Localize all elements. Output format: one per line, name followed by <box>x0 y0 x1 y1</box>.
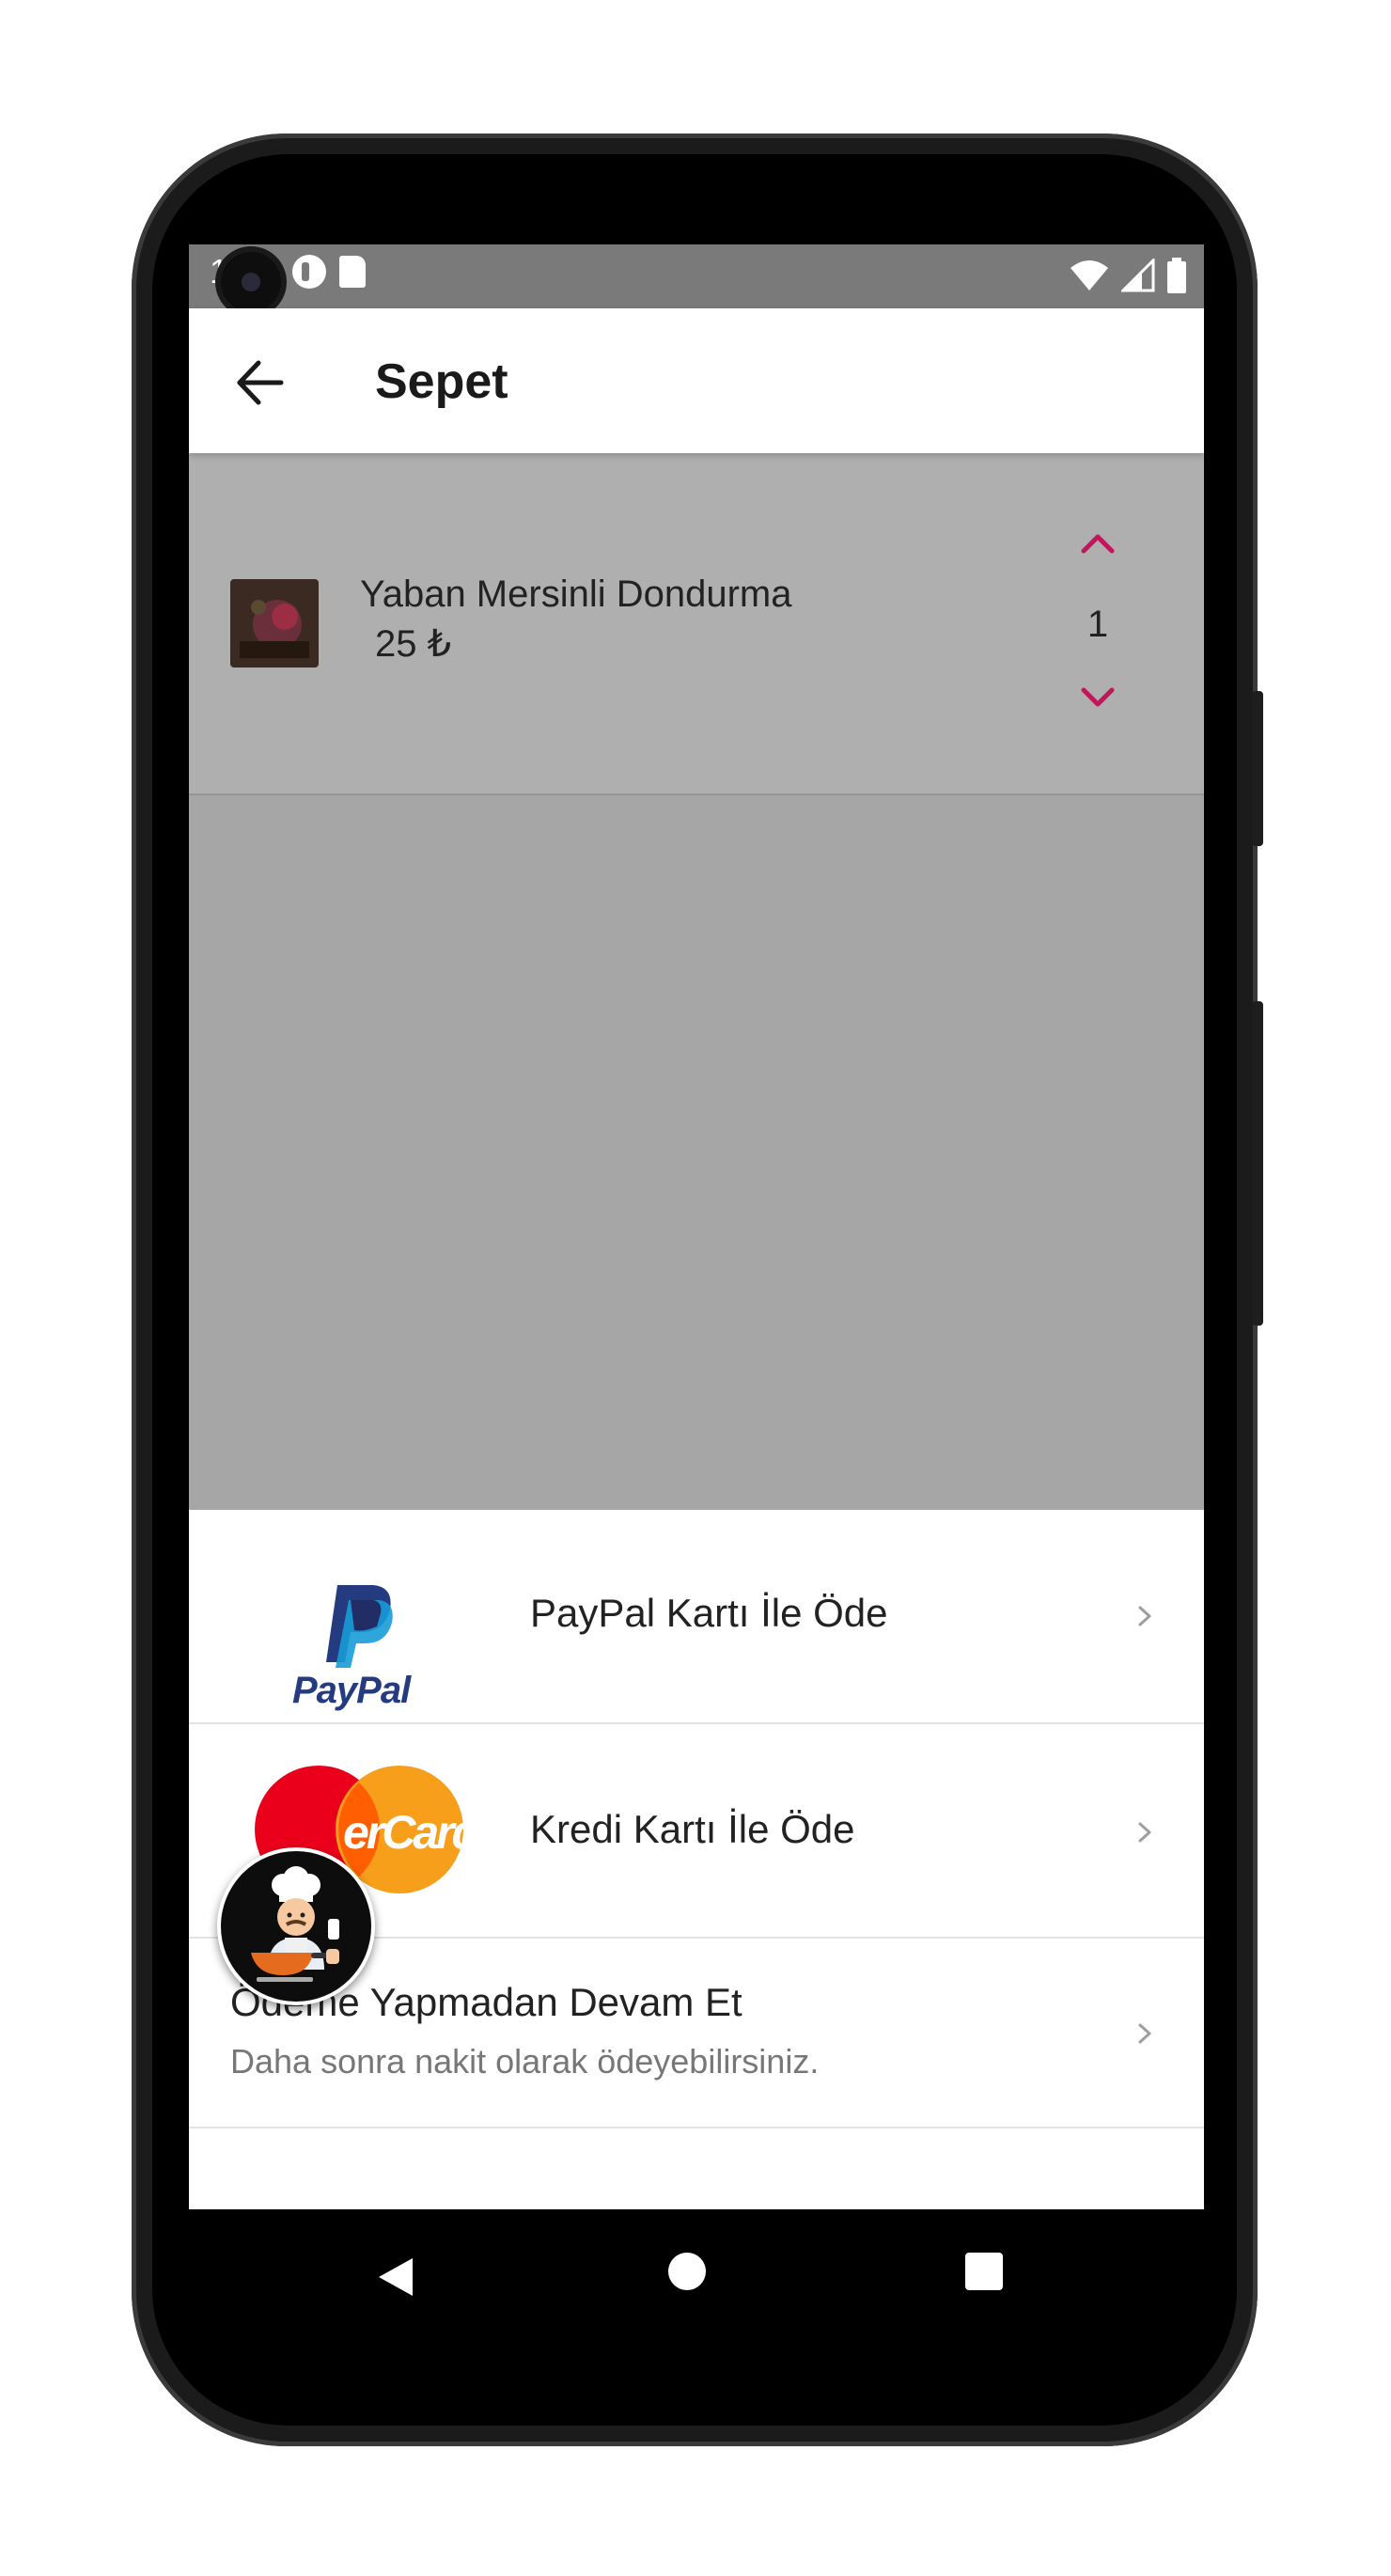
no-payment-subtitle: Daha sonra nakit olarak ödeyebilirsiniz. <box>230 2042 820 2081</box>
quantity-decrease-button[interactable] <box>1072 679 1123 716</box>
product-image <box>230 579 319 668</box>
chevron-right-icon <box>1138 2023 1151 2044</box>
chef-fab-button[interactable] <box>217 1847 375 2005</box>
nav-back-button[interactable] <box>377 2256 414 2298</box>
status-right <box>1069 258 1187 293</box>
chevron-up-icon <box>1081 534 1115 554</box>
paypal-logo: PayPal <box>289 1583 428 1715</box>
paypal-option-label: PayPal Kartı İle Öde <box>530 1591 888 1635</box>
side-button-volume <box>1252 1001 1263 1326</box>
back-button[interactable] <box>227 350 292 416</box>
arrow-left-icon <box>237 360 284 405</box>
battery-icon <box>1167 258 1186 293</box>
triangle-back-icon <box>379 2258 413 2296</box>
screen: 1:57 Sepet <box>189 244 1204 2209</box>
mastercard-logo-text: erCard <box>343 1806 469 1859</box>
status-bar: 1:57 <box>189 244 1204 312</box>
cell-signal-icon <box>1121 259 1155 292</box>
wifi-icon <box>1071 260 1108 291</box>
cart-item: Yaban Mersinli Dondurma 25 ₺ 1 <box>189 453 1204 795</box>
paypal-option[interactable]: PayPal PayPal Kartı İle Öde <box>189 1510 1204 1724</box>
paypal-logo-text: PayPal <box>292 1670 411 1711</box>
page-title: Sepet <box>375 354 508 409</box>
nav-home-button[interactable] <box>668 2253 706 2290</box>
item-price: 25 ₺ <box>375 623 452 665</box>
app-bar: Sepet <box>189 308 1204 453</box>
payment-bottom-sheet: PayPal PayPal Kartı İle Öde erCard Kredi… <box>189 1510 1204 2209</box>
chef-icon <box>251 1866 339 1982</box>
side-button-power <box>1252 691 1263 846</box>
status-notification-icon <box>292 255 327 289</box>
front-camera <box>221 252 281 312</box>
nav-recents-button[interactable] <box>965 2253 1003 2290</box>
chevron-right-icon <box>1138 1822 1151 1843</box>
sd-card-icon <box>339 256 367 288</box>
scrim-overlay[interactable]: Yaban Mersinli Dondurma 25 ₺ 1 <box>189 453 1204 1510</box>
chevron-down-icon <box>1081 687 1115 707</box>
quantity-value: 1 <box>1086 604 1109 645</box>
item-name: Yaban Mersinli Dondurma <box>360 573 792 615</box>
chevron-right-icon <box>1138 1606 1151 1626</box>
quantity-increase-button[interactable] <box>1072 525 1123 562</box>
credit-card-option-label: Kredi Kartı İle Öde <box>530 1807 855 1851</box>
navigation-bar <box>189 2209 1204 2369</box>
